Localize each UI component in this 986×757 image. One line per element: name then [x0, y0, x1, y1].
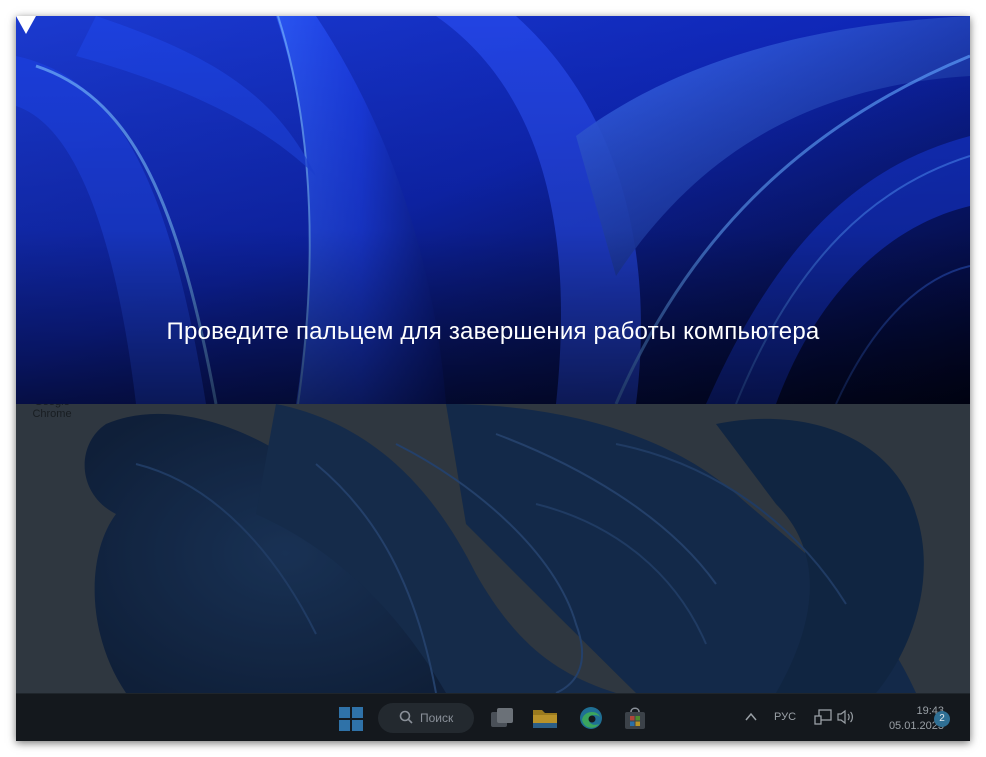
shutdown-instruction-text: Проведите пальцем для завершения работы …: [166, 318, 820, 345]
chevron-up-icon[interactable]: [744, 710, 758, 724]
windows-logo-icon[interactable]: [339, 707, 363, 731]
search-icon: [399, 710, 413, 724]
edge-icon[interactable]: [577, 705, 605, 731]
task-view-icon[interactable]: [488, 705, 516, 731]
desktop: Google Chrome: [16, 404, 970, 693]
network-icon[interactable]: [814, 708, 832, 726]
triangle-down-icon: [16, 16, 36, 34]
folder-icon[interactable]: [531, 705, 559, 731]
search-label: Поиск: [420, 711, 454, 725]
shutdown-slide-panel[interactable]: Проведите пальцем для завершения работы …: [16, 16, 970, 404]
language-indicator[interactable]: РУС: [774, 711, 796, 723]
notification-badge[interactable]: 2: [934, 711, 950, 727]
store-icon[interactable]: [621, 705, 649, 731]
volume-icon[interactable]: [837, 709, 855, 725]
screen: Проведите пальцем для завершения работы …: [16, 16, 970, 741]
taskbar-search[interactable]: Поиск: [378, 703, 474, 733]
desktop-dim-overlay: [16, 404, 970, 693]
taskbar: Поиск РУС 19:43 05.01.2023 2: [16, 693, 970, 741]
